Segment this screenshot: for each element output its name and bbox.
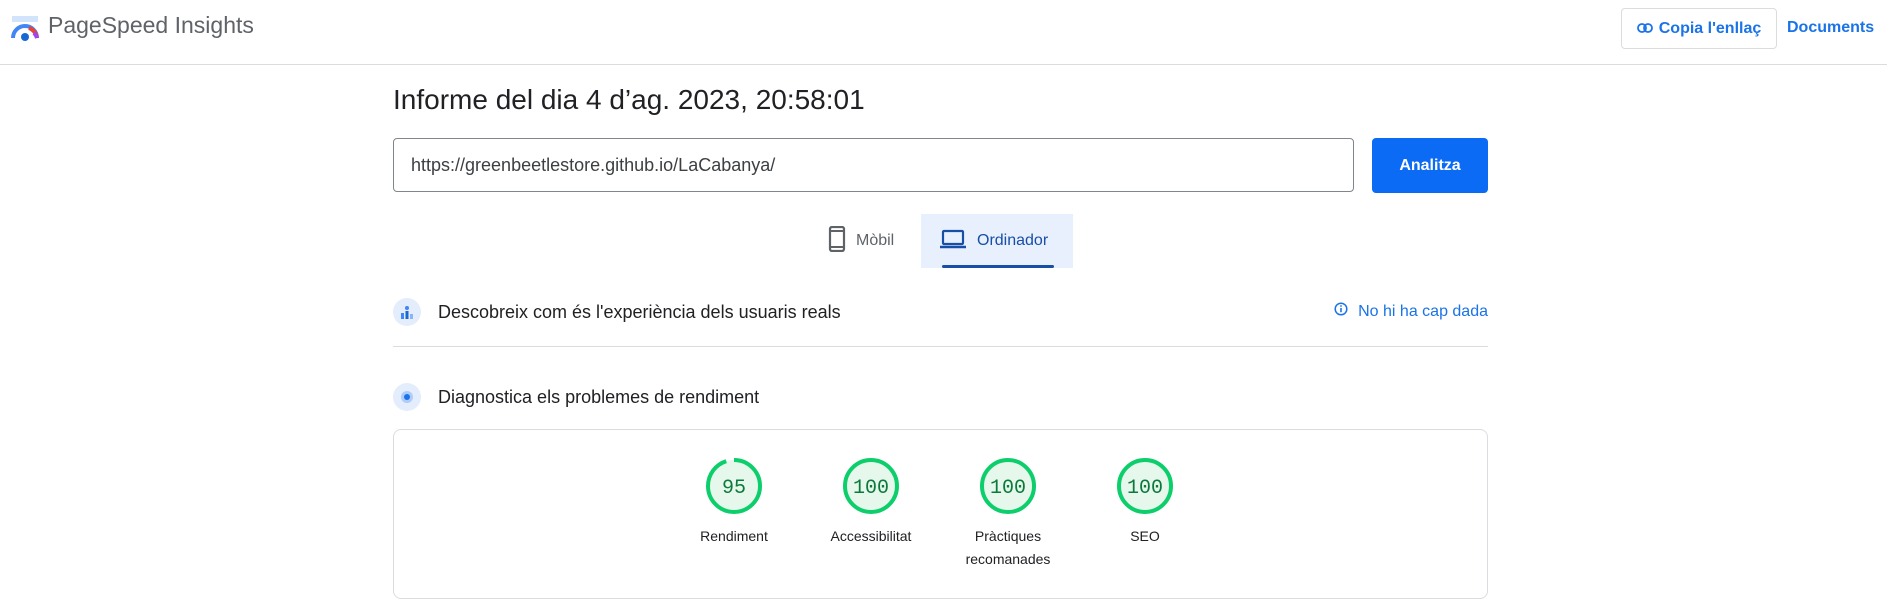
score-label: Pràctiques recomanades [965,528,1051,567]
gauge-seo[interactable]: 100 SEO [1085,456,1205,548]
gauge-best-practices[interactable]: 100 Pràctiques recomanades [948,456,1068,571]
app-title[interactable]: PageSpeed Insights [48,12,254,39]
pagespeed-logo-icon[interactable] [10,14,40,42]
no-data-label: No hi ha cap dada [1358,302,1488,320]
diagnostics-section: Diagnostica els problemes de rendiment [393,375,1488,419]
url-input[interactable] [393,138,1354,192]
tab-mobile[interactable]: Mòbil [818,214,920,268]
analyze-button[interactable]: Analitza [1372,138,1488,193]
score-label: SEO [1130,528,1160,544]
gauge-accessibility[interactable]: 100 Accessibilitat [811,456,931,548]
copy-link-button[interactable]: Copia l'enllaç [1621,8,1777,49]
documents-link[interactable]: Documents [1787,19,1874,37]
field-data-icon [393,298,421,326]
score-value: 95 [722,477,746,500]
tab-desktop[interactable]: Ordinador [921,214,1073,268]
laptop-icon [939,228,967,255]
score-value: 100 [853,477,889,500]
tab-mobile-label: Mòbil [856,232,895,249]
no-data-status[interactable]: No hi ha cap dada [1334,302,1488,321]
report-title: Informe del dia 4 d’ag. 2023, 20:58:01 [393,84,865,115]
diagnostics-label: Diagnostica els problemes de rendiment [438,386,760,407]
field-data-section[interactable]: Descobreix com és l'experiència dels usu… [393,290,1488,334]
tab-active-indicator [942,265,1054,268]
phone-icon [828,225,846,257]
link-icon [1636,20,1653,38]
score-label: Accessibilitat [830,528,912,544]
section-divider [393,346,1488,347]
score-value: 100 [1127,477,1163,500]
scores-card [393,429,1488,599]
score-label: Rendiment [700,528,768,544]
lab-data-icon [393,383,421,411]
score-value: 100 [990,477,1026,500]
field-data-label: Descobreix com és l'experiència dels usu… [438,301,841,322]
tab-desktop-label: Ordinador [977,232,1049,249]
gauge-performance[interactable]: 95 Rendiment [674,456,794,548]
copy-link-label: Copia l'enllaç [1658,19,1762,37]
info-icon [1334,302,1348,321]
top-bar: PageSpeed Insights Copia l'enllaç Docume… [0,0,1887,65]
